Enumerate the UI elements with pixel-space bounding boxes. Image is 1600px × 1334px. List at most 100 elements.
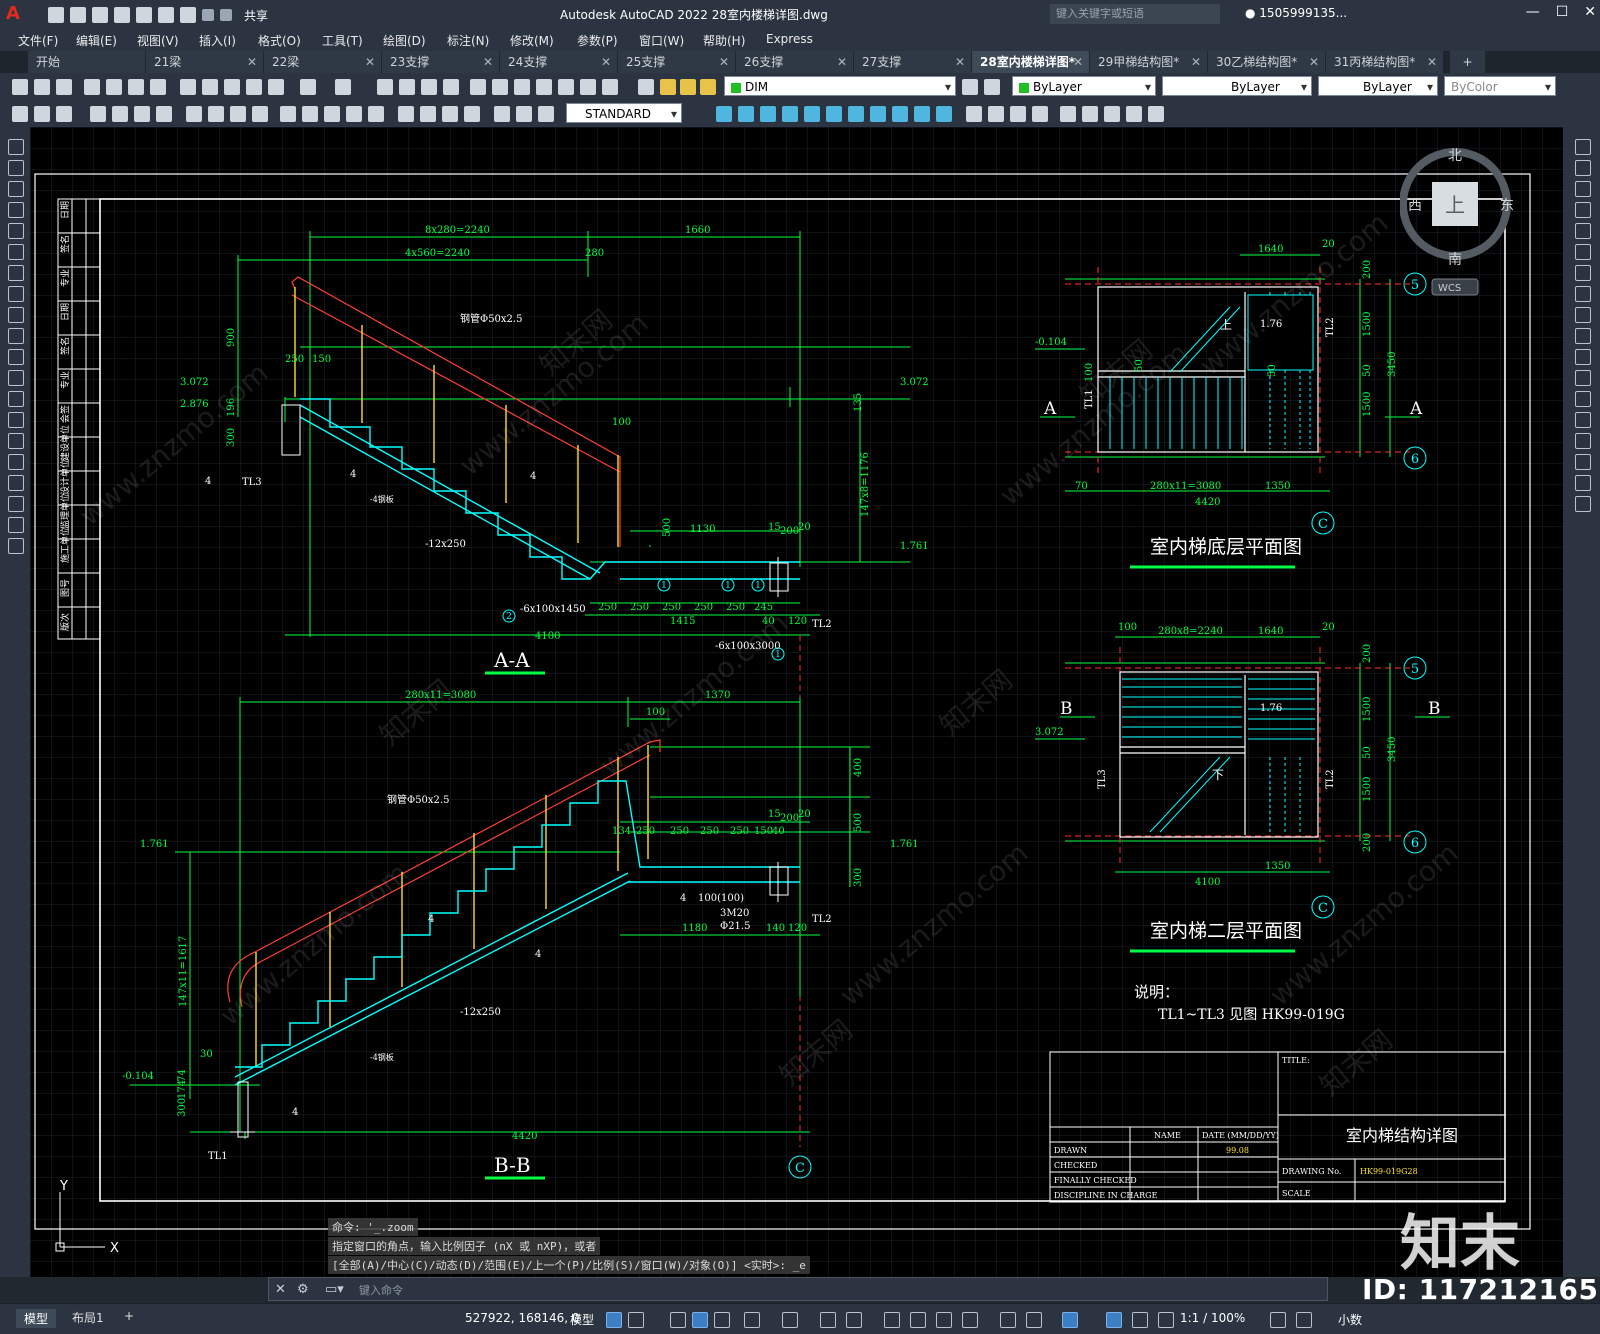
ellipse-icon[interactable] <box>8 328 24 344</box>
layer-dropdown[interactable]: DIM ▾ <box>724 76 956 96</box>
add-selected-icon[interactable] <box>8 538 24 554</box>
stretch-icon[interactable] <box>1575 307 1591 323</box>
fillet-icon[interactable] <box>1575 454 1591 470</box>
maximize-button[interactable]: ☐ <box>1556 4 1569 20</box>
sweep-icon[interactable] <box>914 106 930 122</box>
share-button[interactable]: 共享 <box>244 7 268 24</box>
close-tab-icon[interactable]: ✕ <box>247 51 257 73</box>
diameter-icon[interactable] <box>156 106 172 122</box>
command-line[interactable]: ✕ ⚙ ▭▾ 键入命令 <box>268 1277 1328 1301</box>
ellipse-arc-icon[interactable] <box>8 349 24 365</box>
3d-cone-icon[interactable] <box>760 106 776 122</box>
spline-icon[interactable] <box>8 307 24 323</box>
selection-cycling-icon[interactable] <box>936 1312 952 1328</box>
slice-icon[interactable] <box>1060 106 1076 122</box>
plot-preview-icon[interactable] <box>106 79 122 95</box>
object-snap-tracking-icon[interactable] <box>820 1312 836 1328</box>
break-icon[interactable] <box>1575 391 1591 407</box>
save-as-icon[interactable] <box>114 7 130 23</box>
model-space-button[interactable]: 模型 <box>570 1311 594 1328</box>
new-icon[interactable] <box>12 79 28 95</box>
snap-icon[interactable] <box>628 1312 644 1328</box>
block-editor-icon[interactable] <box>268 79 284 95</box>
section-plane-icon[interactable] <box>1082 106 1098 122</box>
plot-icon[interactable] <box>84 79 100 95</box>
circle-icon[interactable] <box>8 265 24 281</box>
3d-object-snap-icon[interactable] <box>962 1312 978 1328</box>
construction-line-icon[interactable] <box>8 160 24 176</box>
tab-file[interactable]: 29甲梯结构图* ✕ <box>1090 51 1208 73</box>
text-style-dropdown[interactable]: STANDARD ▾ <box>566 103 682 123</box>
3d-cylinder-icon[interactable] <box>804 106 820 122</box>
layer-on-icon[interactable] <box>660 79 676 95</box>
selection-filter-icon[interactable] <box>1026 1312 1042 1328</box>
linetype-dropdown[interactable]: ByLayer ▾ <box>1162 76 1312 96</box>
rotate-icon[interactable] <box>1575 265 1591 281</box>
dimension-space-icon[interactable] <box>280 106 296 122</box>
zoom-previous-icon[interactable] <box>443 79 459 95</box>
workspace-gear-icon[interactable] <box>1270 1312 1286 1328</box>
annotation-scale-icon[interactable] <box>1158 1312 1174 1328</box>
baseline-icon[interactable] <box>230 106 246 122</box>
mirror-icon[interactable] <box>1575 181 1591 197</box>
close-icon[interactable]: ✕ <box>275 1282 286 1297</box>
extrude-icon[interactable] <box>870 106 886 122</box>
dimension-style-icon[interactable] <box>494 106 510 122</box>
cut-icon[interactable] <box>180 79 196 95</box>
tab-layout1[interactable]: 布局1 <box>72 1309 104 1326</box>
flatshot-icon[interactable] <box>1104 106 1120 122</box>
close-tab-icon[interactable]: ✕ <box>1309 51 1319 73</box>
menu-tools[interactable]: 工具(T) <box>322 32 363 49</box>
trim-icon[interactable] <box>1575 328 1591 344</box>
undo-icon[interactable] <box>300 79 316 95</box>
menu-file[interactable]: 文件(F) <box>18 32 58 49</box>
menu-parametric[interactable]: 参数(P) <box>577 32 618 49</box>
dynamic-ucs-icon[interactable] <box>1000 1312 1016 1328</box>
arc-length-icon[interactable] <box>56 106 72 122</box>
tab-file[interactable]: 26支撑 ✕ <box>736 51 854 73</box>
units-dropdown[interactable]: 小数 <box>1338 1311 1362 1328</box>
menu-dimension[interactable]: 标注(N) <box>447 32 489 49</box>
isometric-icon[interactable] <box>782 1312 798 1328</box>
gizmo-icon[interactable] <box>1062 1312 1078 1328</box>
add-layout-button[interactable]: + <box>124 1309 134 1323</box>
tab-file[interactable]: 30乙梯结构图* ✕ <box>1208 51 1326 73</box>
pan-icon[interactable] <box>377 79 393 95</box>
interfere-icon[interactable] <box>1032 106 1048 122</box>
viewcube[interactable]: 上 北 南 西 东 WCS <box>1399 142 1520 305</box>
properties-icon[interactable] <box>470 79 486 95</box>
offset-icon[interactable] <box>1575 202 1591 218</box>
help-search-input[interactable]: 键入关键字或短语 <box>1050 4 1220 24</box>
save-web-icon[interactable] <box>158 7 174 23</box>
close-button[interactable]: ✕ <box>1584 4 1596 20</box>
3d-wedge-icon[interactable] <box>738 106 754 122</box>
revision-cloud-icon[interactable] <box>8 286 24 302</box>
linear-dimension-icon[interactable] <box>12 106 28 122</box>
make-block-icon[interactable] <box>8 391 24 407</box>
tab-start[interactable]: 开始 <box>28 51 146 73</box>
point-icon[interactable] <box>8 412 24 428</box>
minimize-button[interactable]: — <box>1526 4 1540 20</box>
erase-icon[interactable] <box>1575 139 1591 155</box>
auto-scale-icon[interactable] <box>1132 1312 1148 1328</box>
match-properties-icon[interactable] <box>246 79 262 95</box>
polygon-icon[interactable] <box>8 202 24 218</box>
close-tab-icon[interactable]: ✕ <box>483 51 493 73</box>
publish-icon[interactable] <box>128 79 144 95</box>
layer-properties-icon[interactable] <box>638 79 654 95</box>
3d-pyramid-icon[interactable] <box>848 106 864 122</box>
menu-express[interactable]: Express <box>766 32 813 46</box>
radius-icon[interactable] <box>112 106 128 122</box>
undo-icon[interactable] <box>202 9 214 21</box>
close-tab-icon[interactable]: ✕ <box>1427 51 1437 73</box>
close-tab-icon[interactable]: ✕ <box>601 51 611 73</box>
coordinates-readout[interactable]: 527922, 168146, 0 <box>465 1311 580 1325</box>
save-icon[interactable] <box>56 79 72 95</box>
3d-align-icon[interactable] <box>1126 106 1142 122</box>
move-icon[interactable] <box>1575 244 1591 260</box>
multileader-icon[interactable] <box>516 106 532 122</box>
jogged-linear-icon[interactable] <box>398 106 414 122</box>
lineweight-dropdown[interactable]: ByLayer ▾ <box>1318 76 1438 96</box>
close-tab-icon[interactable]: ✕ <box>719 51 729 73</box>
sheet-set-icon[interactable] <box>536 79 552 95</box>
